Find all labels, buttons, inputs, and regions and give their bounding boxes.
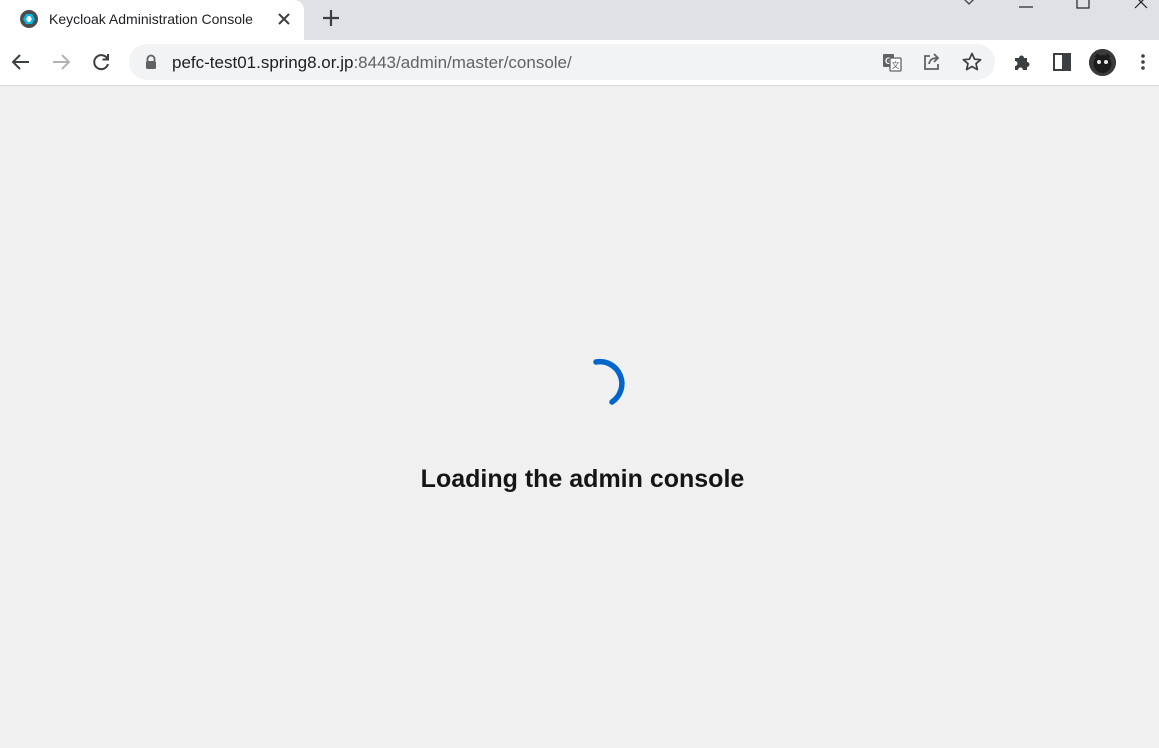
keycloak-logo-icon (20, 10, 38, 28)
tab-strip: Keycloak Administration Console (0, 0, 1159, 40)
browser-toolbar: pefc-test01.spring8.or.jp:8443/admin/mas… (0, 40, 1159, 86)
close-icon[interactable] (1131, 0, 1151, 12)
loading-spinner-icon (593, 358, 625, 405)
svg-text:文: 文 (892, 60, 900, 70)
chevron-down-icon[interactable] (959, 0, 979, 12)
tab-title: Keycloak Administration Console (49, 11, 253, 27)
extensions-icon[interactable] (1011, 51, 1033, 73)
profile-avatar[interactable] (1089, 49, 1116, 76)
page-content: Loading the admin console (0, 86, 1159, 748)
avatar-image (1089, 49, 1116, 76)
close-icon[interactable] (275, 10, 293, 28)
url-text[interactable]: pefc-test01.spring8.or.jp:8443/admin/mas… (172, 53, 572, 73)
back-arrow-icon[interactable] (10, 51, 32, 73)
star-icon[interactable] (961, 51, 983, 73)
forward-arrow-icon[interactable] (50, 51, 72, 73)
browser-tab-active[interactable]: Keycloak Administration Console (0, 0, 304, 40)
url-path: :8443/admin/master/console/ (353, 53, 572, 72)
kebab-menu-icon[interactable] (1132, 51, 1154, 73)
minimize-icon[interactable] (1016, 0, 1036, 12)
share-icon[interactable] (921, 51, 943, 73)
address-bar[interactable]: pefc-test01.spring8.or.jp:8443/admin/mas… (129, 44, 995, 80)
maximize-icon[interactable] (1073, 0, 1093, 12)
side-panel-icon[interactable] (1051, 51, 1073, 73)
translate-icon[interactable]: G 文 (881, 51, 903, 73)
plus-icon[interactable] (320, 7, 342, 29)
url-host: pefc-test01.spring8.or.jp (172, 53, 354, 72)
reload-icon[interactable] (90, 51, 112, 73)
lock-icon[interactable] (144, 54, 158, 70)
loading-message: Loading the admin console (420, 465, 745, 493)
